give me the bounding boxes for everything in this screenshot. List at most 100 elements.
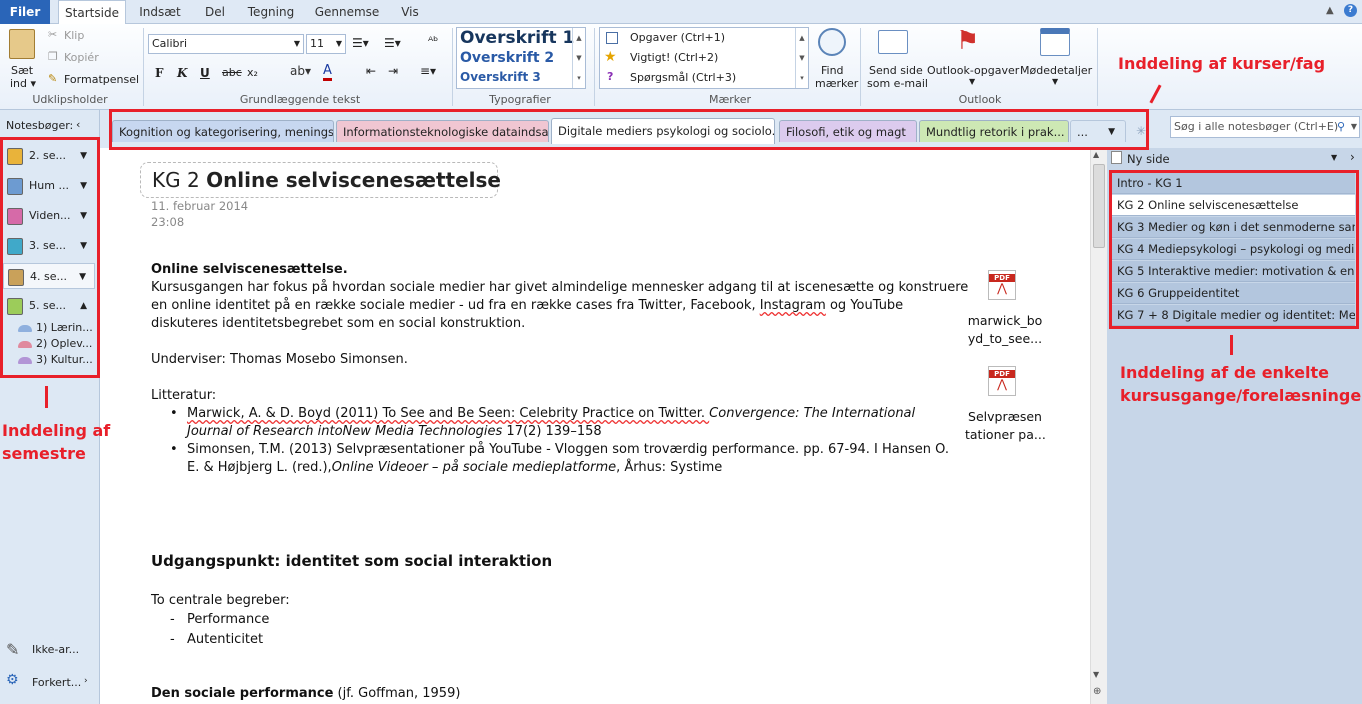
- underline-button[interactable]: U: [200, 66, 210, 80]
- paragraph-heading[interactable]: Online selviscenesættelse.: [151, 261, 348, 279]
- outlook-tasks-button[interactable]: Outlook-opgaver: [927, 64, 1019, 77]
- search-input[interactable]: Søg i alle notesbøger (Ctrl+E) ⚲ ▼: [1170, 116, 1360, 138]
- tag-item-important[interactable]: Vigtigt! (Ctrl+2): [630, 51, 718, 64]
- format-painter-button[interactable]: Formatpensel: [64, 73, 139, 86]
- tab-del[interactable]: Del: [195, 0, 235, 24]
- tab-indsaet[interactable]: Indsæt: [130, 0, 190, 24]
- list-item[interactable]: Autenticitet: [187, 631, 263, 649]
- attachment-label[interactable]: yd_to_see...: [965, 330, 1045, 348]
- chevron-down-icon[interactable]: ▼: [1331, 153, 1337, 162]
- pdf-file-icon[interactable]: PDF ⋀: [988, 366, 1016, 396]
- scroll-up-icon[interactable]: ▲: [1093, 150, 1099, 159]
- teacher-line[interactable]: Underviser: Thomas Mosebo Simonsen.: [151, 351, 408, 369]
- new-page-button[interactable]: Ny side: [1127, 152, 1170, 166]
- misplaced-sections-button[interactable]: Forkert...: [32, 676, 81, 689]
- clear-formatting-icon[interactable]: ᴬᵇ: [428, 34, 438, 48]
- literature-label[interactable]: Litteratur:: [151, 387, 216, 405]
- tag-item-question[interactable]: Spørgsmål (Ctrl+3): [630, 71, 736, 84]
- paragraph-line[interactable]: diskuteres identitetsbegrebet som en soc…: [151, 315, 525, 333]
- tab-vis[interactable]: Vis: [392, 0, 428, 24]
- new-page-icon[interactable]: [1111, 151, 1122, 164]
- bullets-icon[interactable]: ☰▾: [352, 36, 369, 50]
- help-icon[interactable]: ?: [1344, 4, 1357, 17]
- paragraph-line[interactable]: Den sociale performance (jf. Goffman, 19…: [151, 685, 460, 703]
- send-page-label-2[interactable]: som e-mail: [867, 77, 928, 90]
- styles-gallery[interactable]: Overskrift 1 Overskrift 2 Overskrift 3 ▲…: [456, 27, 586, 89]
- scroll-down-icon[interactable]: ▼: [1093, 670, 1099, 679]
- scroll-thumb[interactable]: [1093, 164, 1105, 248]
- tab-gennemse[interactable]: Gennemse: [310, 0, 384, 24]
- section-heading[interactable]: Udgangspunkt: identitet som social inter…: [151, 551, 552, 571]
- cut-button[interactable]: Klip: [64, 29, 84, 42]
- styles-scroll[interactable]: ▲ ▼ ▾: [572, 28, 585, 88]
- page-canvas[interactable]: KG 2 Online selviscenesættelse 11. febru…: [100, 148, 1090, 704]
- chevron-down-icon[interactable]: ▼: [1052, 77, 1058, 86]
- strikethrough-button[interactable]: abc: [222, 66, 242, 79]
- font-size-select[interactable]: 11 ▼: [306, 34, 346, 54]
- meeting-details-button[interactable]: Mødedetaljer: [1020, 64, 1092, 77]
- tab-startside[interactable]: Startside: [58, 0, 126, 25]
- font-name-select[interactable]: Calibri ▼: [148, 34, 304, 54]
- reference-line[interactable]: Journal of Research intoNew Media Techno…: [187, 423, 602, 441]
- reference-line[interactable]: Marwick, A. & D. Boyd (2011) To See and …: [187, 405, 915, 423]
- outlook-tasks-flag-icon[interactable]: ⚑: [956, 26, 979, 56]
- search-icon[interactable]: ⚲: [1337, 117, 1345, 137]
- misplaced-sections-icon[interactable]: ⚙: [6, 672, 19, 688]
- list-item[interactable]: Performance: [187, 611, 269, 629]
- italic-button[interactable]: K: [177, 66, 187, 80]
- page-scrollbar[interactable]: ▲ ▼ ⊕: [1090, 148, 1107, 704]
- paragraph-line[interactable]: To centrale begreber:: [151, 592, 290, 610]
- chevron-down-icon[interactable]: ▼: [969, 77, 975, 86]
- annotation-semester-1: Inddeling af: [2, 421, 111, 440]
- bold-button[interactable]: F: [155, 66, 164, 80]
- email-page-icon[interactable]: [878, 30, 908, 54]
- annotation-lectures-2: kursusgange/forelæsninger: [1120, 386, 1362, 405]
- tab-tegning[interactable]: Tegning: [240, 0, 302, 24]
- separator: [452, 28, 453, 106]
- paste-button-label[interactable]: Sæt: [11, 64, 33, 77]
- attachment-label[interactable]: marwick_bo: [965, 312, 1045, 330]
- paste-button-label-2[interactable]: ind ▾: [10, 77, 36, 90]
- attachment-label[interactable]: Selvpræsen: [965, 408, 1045, 426]
- unfiled-notes-icon[interactable]: ✎: [6, 640, 19, 659]
- chevron-right-icon[interactable]: ›: [84, 676, 88, 686]
- pdf-file-icon[interactable]: PDF ⋀: [988, 270, 1016, 300]
- send-page-label[interactable]: Send side: [869, 64, 923, 77]
- numbering-icon[interactable]: ☰▾: [384, 36, 401, 50]
- outdent-icon[interactable]: ⇤: [366, 64, 376, 78]
- tags-scroll[interactable]: ▲ ▼ ▾: [795, 28, 808, 88]
- page-options-icon[interactable]: ⊕: [1093, 686, 1101, 697]
- highlight-icon[interactable]: ab▾: [290, 64, 311, 78]
- meeting-details-icon[interactable]: [1040, 28, 1070, 56]
- cut-icon[interactable]: ✂: [48, 28, 57, 41]
- tag-item-tasks[interactable]: Opgaver (Ctrl+1): [630, 31, 725, 44]
- tab-file[interactable]: Filer: [0, 0, 50, 24]
- subscript-button[interactable]: x₂: [247, 66, 258, 79]
- paragraph-line[interactable]: Kursusgangen har fokus på hvordan social…: [151, 279, 968, 297]
- align-icon[interactable]: ≡▾: [420, 64, 436, 78]
- style-heading-2[interactable]: Overskrift 2: [460, 50, 554, 66]
- format-painter-icon[interactable]: ✎: [48, 72, 57, 85]
- indent-icon[interactable]: ⇥: [388, 64, 398, 78]
- reference-line[interactable]: Simonsen, T.M. (2013) Selvpræsentationer…: [187, 441, 949, 459]
- style-heading-1[interactable]: Overskrift 1: [460, 28, 574, 48]
- reference-line[interactable]: E. & Højbjerg L. (red.),Online Videoer –…: [187, 459, 722, 477]
- attachment-label[interactable]: tationer pa...: [965, 426, 1046, 444]
- paste-icon[interactable]: [9, 29, 35, 59]
- find-tags-label[interactable]: Find: [821, 64, 844, 77]
- find-tags-icon[interactable]: [818, 28, 846, 56]
- font-color-icon[interactable]: A: [323, 64, 332, 81]
- paragraph-line[interactable]: en online identitet på en række sociale …: [151, 297, 903, 315]
- chevron-down-icon[interactable]: ▼: [1351, 117, 1357, 137]
- find-tags-label-2[interactable]: mærker: [815, 77, 858, 90]
- collapse-pane-icon[interactable]: ‹: [76, 118, 80, 131]
- style-heading-3[interactable]: Overskrift 3: [460, 70, 541, 84]
- tags-gallery[interactable]: Opgaver (Ctrl+1) ★ Vigtigt! (Ctrl+2) ? S…: [599, 27, 809, 89]
- collapse-ribbon-icon[interactable]: ▲: [1326, 5, 1334, 16]
- chevron-right-icon[interactable]: ›: [1350, 150, 1355, 164]
- page-title[interactable]: KG 2 Online selviscenesættelse: [152, 168, 501, 192]
- unfiled-notes-button[interactable]: Ikke-ar...: [32, 643, 79, 656]
- copy-button[interactable]: Kopiér: [64, 51, 99, 64]
- copy-icon[interactable]: ❐: [48, 50, 58, 63]
- title-main: Online selviscenesættelse: [206, 168, 501, 192]
